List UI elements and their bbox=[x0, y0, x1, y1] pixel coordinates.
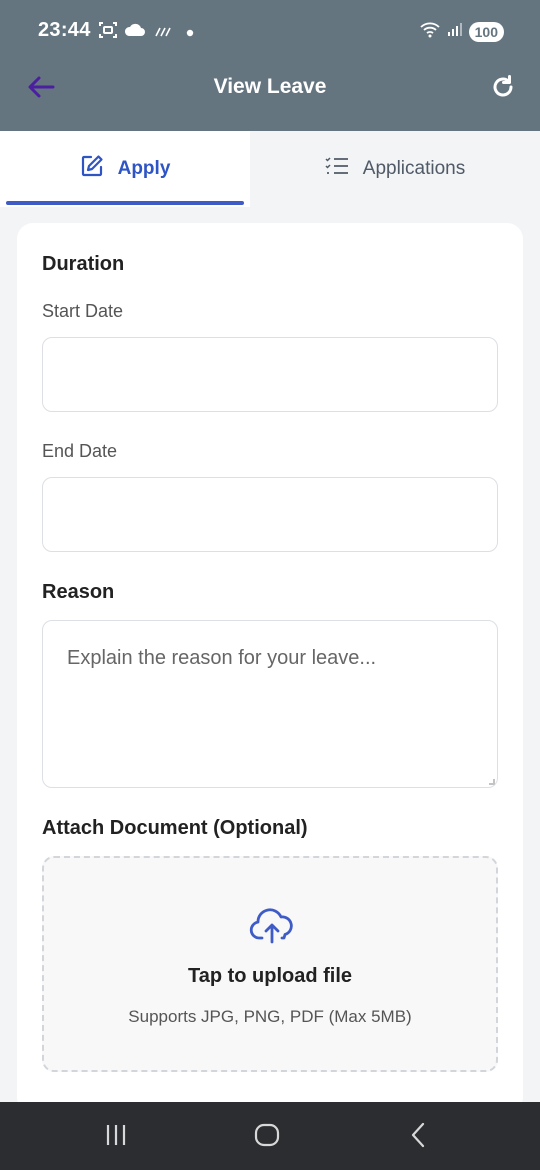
screenshot-icon bbox=[98, 20, 118, 45]
status-time: 23:44 bbox=[38, 19, 91, 41]
start-date-label: Start Date bbox=[42, 301, 124, 321]
leave-form-card: Duration Start Date End Date Reason Expl… bbox=[17, 223, 523, 1113]
list-icon bbox=[325, 156, 349, 182]
tab-apply[interactable]: Apply bbox=[0, 131, 250, 207]
tab-applications[interactable]: Applications bbox=[250, 131, 540, 207]
upload-hint: Supports JPG, PNG, PDF (Max 5MB) bbox=[128, 1007, 412, 1026]
refresh-button[interactable] bbox=[486, 72, 520, 106]
recents-icon bbox=[104, 1124, 128, 1151]
app-bar: View Leave bbox=[0, 62, 540, 131]
duration-title: Duration bbox=[42, 253, 125, 275]
tab-apply-label: Apply bbox=[117, 158, 171, 179]
refresh-icon bbox=[490, 74, 516, 105]
header: 23:44 100 View Leave bbox=[0, 0, 540, 131]
cloud-upload-icon bbox=[248, 906, 296, 946]
wifi-icon bbox=[419, 20, 441, 43]
reason-title: Reason bbox=[42, 581, 115, 603]
resize-handle[interactable] bbox=[489, 779, 495, 785]
upload-title: Tap to upload file bbox=[187, 965, 353, 987]
recents-button[interactable] bbox=[96, 1122, 136, 1152]
cloud-icon bbox=[124, 22, 146, 43]
battery-indicator: 100 bbox=[468, 21, 504, 42]
attach-document-title: Attach Document (Optional) bbox=[42, 817, 308, 839]
status-bar: 23:44 100 bbox=[0, 0, 540, 62]
system-nav-bar bbox=[0, 1102, 540, 1170]
tab-bar: Apply Applications bbox=[0, 131, 540, 207]
end-date-input[interactable] bbox=[42, 477, 498, 552]
notification-dot-icon bbox=[186, 24, 194, 42]
signal-icon bbox=[447, 21, 463, 42]
reason-placeholder: Explain the reason for your leave... bbox=[67, 647, 377, 669]
status-right: 100 bbox=[419, 20, 504, 43]
home-icon bbox=[254, 1122, 280, 1153]
tab-applications-label: Applications bbox=[362, 158, 466, 179]
upload-dropzone[interactable]: Tap to upload file Supports JPG, PNG, PD… bbox=[42, 856, 498, 1072]
system-back-button[interactable] bbox=[398, 1122, 438, 1152]
edit-icon bbox=[80, 154, 104, 184]
active-tab-indicator bbox=[6, 201, 244, 205]
end-date-label: End Date bbox=[42, 441, 118, 461]
rain-icon bbox=[152, 22, 172, 43]
page-title: View Leave bbox=[213, 75, 327, 98]
reason-textarea[interactable]: Explain the reason for your leave... bbox=[42, 620, 498, 788]
home-button[interactable] bbox=[247, 1122, 287, 1152]
start-date-input[interactable] bbox=[42, 337, 498, 412]
back-chevron-icon bbox=[409, 1122, 427, 1153]
status-left-icons bbox=[98, 20, 194, 45]
